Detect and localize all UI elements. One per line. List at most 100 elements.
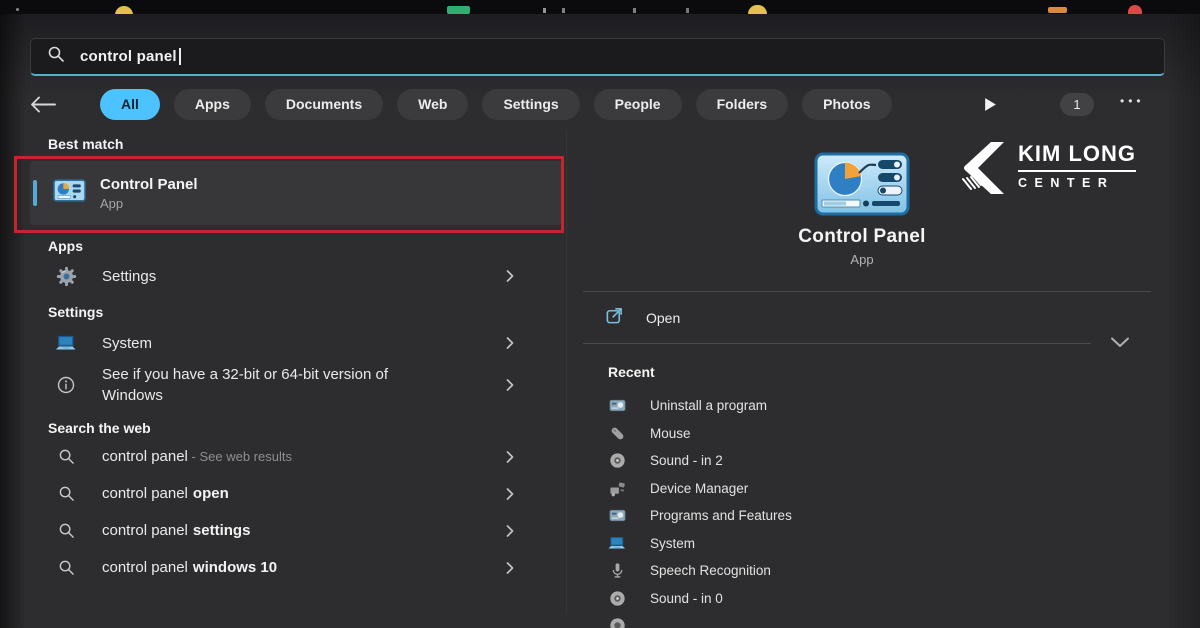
best-match-subtitle: App	[100, 196, 198, 211]
panel-divider	[566, 130, 567, 614]
suggestion-completion: open	[193, 485, 229, 502]
best-match-title: Control Panel	[100, 176, 198, 193]
recent-item-partial[interactable]	[608, 612, 1128, 628]
result-label: System	[102, 333, 152, 354]
programs-icon	[608, 397, 626, 414]
recent-item-uninstall-a-program[interactable]: Uninstall a program	[608, 392, 1128, 420]
recent-item-sound-in-2[interactable]: Sound - in 2	[608, 447, 1128, 475]
tab-all[interactable]: All	[100, 89, 160, 120]
windows-search-flyout: control panel All Apps Documents Web Set…	[0, 0, 1200, 628]
panel-left-shade	[0, 14, 26, 628]
mouse-icon	[608, 425, 626, 442]
section-header-search-web: Search the web	[30, 420, 562, 436]
recent-header: Recent	[608, 364, 655, 380]
result-32-64-bit-setting[interactable]: See if you have a 32-bit or 64-bit versi…	[30, 362, 562, 408]
recent-item-label: Mouse	[650, 426, 691, 441]
recent-item-label: System	[650, 536, 695, 551]
search-input[interactable]: control panel	[30, 38, 1165, 76]
recent-item-system[interactable]: System	[608, 530, 1128, 558]
recent-item-sound-in-0[interactable]: Sound - in 0	[608, 585, 1128, 613]
tab-folders[interactable]: Folders	[696, 89, 789, 120]
result-system-setting[interactable]: System	[30, 324, 562, 362]
kim-long-logo-icon	[962, 141, 1008, 198]
open-label: Open	[646, 310, 680, 326]
screen-edge-fragment	[447, 6, 470, 14]
info-icon	[52, 376, 80, 394]
query-text: control panel	[102, 559, 188, 576]
watermark-divider	[1018, 170, 1136, 172]
microphone-icon	[608, 562, 626, 579]
recent-item-speech-recognition[interactable]: Speech Recognition	[608, 557, 1128, 585]
tab-apps[interactable]: Apps	[174, 89, 251, 120]
suggestion-completion: settings	[193, 522, 251, 539]
chevron-right-icon	[506, 562, 514, 574]
section-header-best-match: Best match	[30, 136, 562, 152]
sound-icon	[608, 452, 626, 469]
tab-web[interactable]: Web	[397, 89, 468, 120]
results-column: Best match Control Panel App Apps Settin…	[30, 130, 562, 586]
screen-edge-fragment	[1128, 5, 1142, 14]
screen-edge-fragment	[562, 8, 565, 13]
search-icon	[52, 448, 80, 465]
best-match-result-control-panel[interactable]: Control Panel App	[30, 161, 562, 225]
notification-badge[interactable]: 1	[1060, 93, 1094, 116]
query-text: control panel	[102, 485, 188, 502]
web-suggestion-settings[interactable]: control panel settings	[30, 512, 562, 549]
control-panel-icon-large	[814, 152, 910, 221]
play-icon	[984, 97, 997, 112]
screen-edge-fragment	[543, 8, 546, 13]
recent-item-mouse[interactable]: Mouse	[608, 420, 1128, 448]
programs-icon	[608, 507, 626, 524]
screen-edge-fragment	[686, 8, 689, 13]
search-icon	[52, 485, 80, 502]
chevron-right-icon	[506, 451, 514, 463]
tabs-overflow-arrow[interactable]	[984, 97, 997, 117]
section-header-settings: Settings	[30, 304, 562, 320]
more-options-button[interactable]: •••	[1120, 94, 1145, 108]
text-cursor	[179, 48, 181, 65]
selection-accent-bar	[33, 180, 37, 206]
kim-long-center-watermark: KIM LONG CENTER	[962, 141, 1136, 198]
search-icon	[52, 559, 80, 576]
watermark-line1: KIM LONG	[1018, 141, 1136, 167]
open-action[interactable]: Open	[583, 301, 1053, 335]
detail-divider	[583, 343, 1091, 344]
screen-top-edge	[0, 0, 1200, 14]
screen-edge-fragment	[633, 8, 636, 13]
tab-documents[interactable]: Documents	[265, 89, 383, 120]
collapse-actions-button[interactable]	[1110, 336, 1130, 354]
suggestion-text: control panelwindows 10	[102, 557, 277, 578]
suggestion-text: control panel open	[102, 483, 229, 504]
web-suggestion-see-results[interactable]: control panel - See web results	[30, 438, 562, 475]
recent-item-label: Uninstall a program	[650, 398, 767, 413]
web-suggestion-open[interactable]: control panel open	[30, 475, 562, 512]
recent-item-device-manager[interactable]: Device Manager	[608, 475, 1128, 503]
recent-item-label: Device Manager	[650, 481, 748, 496]
query-text: control panel	[102, 522, 188, 539]
web-suggestion-windows-10[interactable]: control panelwindows 10	[30, 549, 562, 586]
section-header-apps: Apps	[30, 238, 562, 254]
recent-item-label: Sound - in 2	[650, 453, 723, 468]
tab-people[interactable]: People	[594, 89, 682, 120]
sound-icon	[608, 617, 626, 628]
result-settings-app[interactable]: Settings	[30, 256, 562, 296]
open-external-icon	[605, 306, 624, 330]
device-manager-icon	[608, 480, 626, 497]
system-monitor-icon	[608, 536, 626, 551]
back-button[interactable]	[30, 96, 70, 113]
recent-item-programs-and-features[interactable]: Programs and Features	[608, 502, 1128, 530]
search-icon	[52, 522, 80, 539]
recent-item-label: Speech Recognition	[650, 563, 771, 578]
result-label: Settings	[102, 266, 156, 287]
tab-settings[interactable]: Settings	[482, 89, 579, 120]
result-label: See if you have a 32-bit or 64-bit versi…	[102, 364, 432, 406]
suggestion-note: - See web results	[188, 449, 292, 464]
chevron-right-icon	[506, 379, 514, 391]
watermark-line2: CENTER	[1018, 176, 1136, 190]
screen-edge-fragment	[16, 8, 19, 11]
query-text: control panel	[102, 448, 188, 465]
screen-edge-fragment	[1048, 7, 1067, 13]
tab-photos[interactable]: Photos	[802, 89, 891, 120]
gear-icon	[52, 266, 80, 287]
search-query-text: control panel	[80, 48, 177, 65]
